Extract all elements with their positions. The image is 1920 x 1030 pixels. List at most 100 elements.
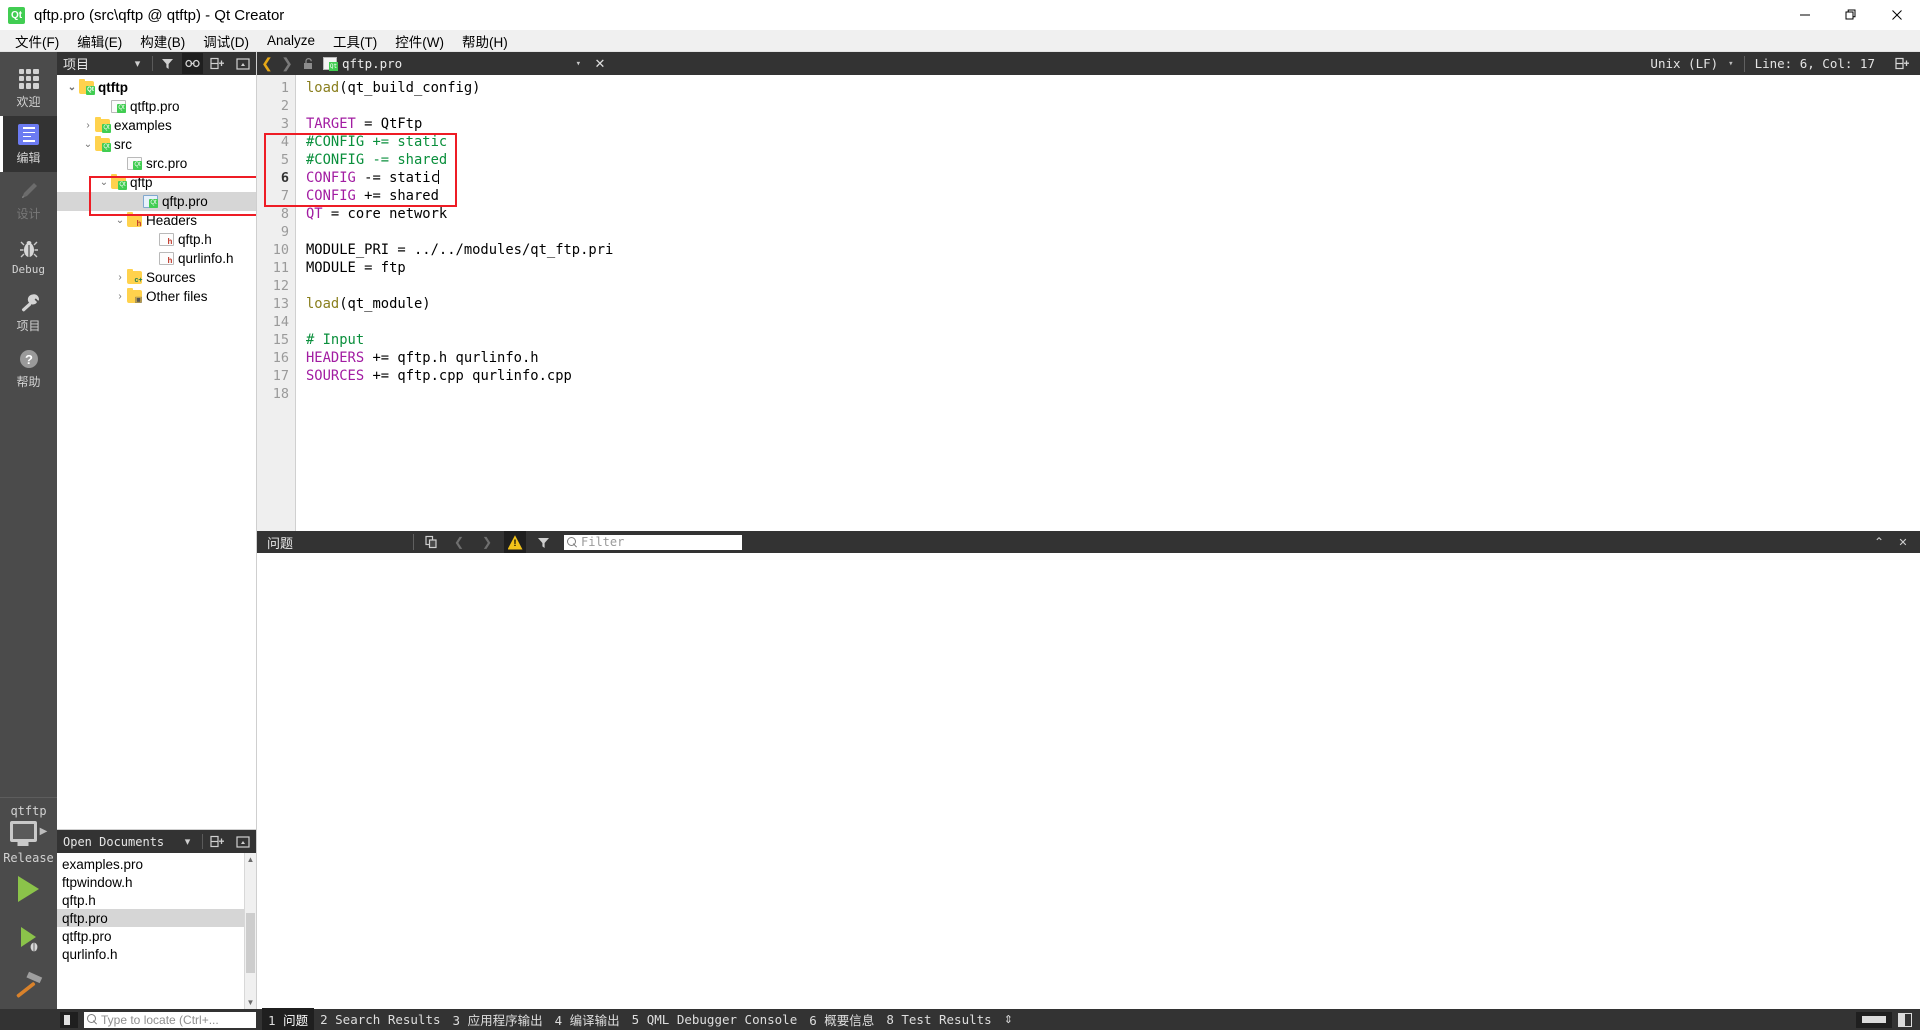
- code-editor[interactable]: 1 2 3 4 5 6 7 8 9 10 11 12 13 14 15 16 17 18 load(qt_buil…: [257, 75, 1920, 531]
- chevron-down-icon[interactable]: ⌄: [81, 139, 95, 150]
- menu-build[interactable]: 构建(B): [131, 29, 194, 53]
- filter-icon[interactable]: [157, 53, 178, 74]
- project-tree[interactable]: ⌄ Qt qtftp Qt qtftp.pro › Qt examples ⌄ Qt src Qt sr…: [57, 75, 256, 829]
- next-item-icon[interactable]: ❯: [476, 531, 498, 553]
- chevron-down-icon[interactable]: ⌄: [65, 82, 79, 93]
- menu-file[interactable]: 文件(F): [6, 29, 68, 53]
- chevron-right-icon[interactable]: ›: [113, 272, 127, 283]
- code-line[interactable]: CONFIG -= static: [306, 169, 1920, 187]
- open-document-item[interactable]: qftp.pro: [57, 909, 256, 927]
- link-with-editor-icon[interactable]: [182, 53, 203, 74]
- previous-item-icon[interactable]: ❮: [448, 531, 470, 553]
- collapse-panel-icon[interactable]: [232, 53, 253, 74]
- back-arrow-icon[interactable]: ❮: [257, 52, 277, 75]
- chevron-down-icon[interactable]: ▾: [127, 53, 148, 74]
- close-icon[interactable]: [1874, 0, 1920, 30]
- run-button[interactable]: [0, 865, 57, 913]
- code-line[interactable]: MODULE_PRI = ../../modules/qt_ftp.pri: [306, 241, 1920, 259]
- mode-welcome[interactable]: 欢迎: [0, 60, 57, 116]
- tree-item-qurlinfo-h[interactable]: h qurlinfo.h: [57, 249, 256, 268]
- split-view-icon[interactable]: [1898, 1012, 1912, 1027]
- issues-filter-input[interactable]: Filter: [564, 534, 742, 550]
- tree-item-other-files[interactable]: › ▣ Other files: [57, 287, 256, 306]
- menu-help[interactable]: 帮助(H): [453, 29, 517, 53]
- tree-item-src[interactable]: ⌄ Qt src: [57, 135, 256, 154]
- mode-debug[interactable]: Debug: [0, 228, 57, 284]
- tree-item-qtftp-pro[interactable]: Qt qtftp.pro: [57, 97, 256, 116]
- scroll-up-icon[interactable]: ▲: [245, 853, 256, 866]
- minimize-icon[interactable]: [1782, 0, 1828, 30]
- up-down-arrows-icon[interactable]: ⇕: [998, 1013, 1019, 1026]
- output-pane-tab-2[interactable]: 2 Search Results: [314, 1010, 446, 1029]
- mode-edit[interactable]: 编辑: [0, 116, 57, 172]
- open-documents-list[interactable]: examples.pro ftpwindow.h qftp.h qftp.pro qtf…: [57, 853, 256, 1009]
- chevron-down-icon[interactable]: ⌄: [113, 215, 127, 226]
- code-line[interactable]: MODULE = ftp: [306, 259, 1920, 277]
- output-pane-tab-8[interactable]: 8 Test Results: [880, 1010, 997, 1029]
- restore-icon[interactable]: [1828, 0, 1874, 30]
- output-pane-tab-1[interactable]: 1 问题: [262, 1008, 315, 1030]
- code-line[interactable]: HEADERS += qftp.h qurlinfo.h: [306, 349, 1920, 367]
- close-icon[interactable]: ✕: [1892, 531, 1914, 553]
- code-line[interactable]: # Input: [306, 331, 1920, 349]
- code-line[interactable]: QT = core network: [306, 205, 1920, 223]
- menu-tools[interactable]: 工具(T): [324, 29, 386, 53]
- line-ending-selector[interactable]: Unix (LF) ▾: [1640, 56, 1743, 71]
- mode-design[interactable]: 设计: [0, 172, 57, 228]
- output-pane-tab-4[interactable]: 4 编译输出: [549, 1008, 626, 1030]
- forward-arrow-icon[interactable]: ❯: [277, 52, 297, 75]
- menu-edit[interactable]: 编辑(E): [68, 29, 131, 53]
- open-documents-scrollbar[interactable]: ▲ ▼: [244, 853, 256, 1009]
- split-add-icon[interactable]: [207, 53, 228, 74]
- scroll-down-icon[interactable]: ▼: [245, 996, 256, 1009]
- build-project-button[interactable]: [0, 961, 57, 1009]
- tree-item-sources[interactable]: › c+ Sources: [57, 268, 256, 287]
- code-line[interactable]: load(qt_build_config): [306, 79, 1920, 97]
- unlocked-icon[interactable]: [297, 57, 319, 70]
- tree-item-headers[interactable]: ⌄ h Headers: [57, 211, 256, 230]
- chevron-right-icon[interactable]: ›: [113, 291, 127, 302]
- output-pane-tab-6[interactable]: 6 概要信息: [803, 1008, 880, 1030]
- menu-analyze[interactable]: Analyze: [258, 31, 324, 50]
- open-document-item[interactable]: qftp.h: [57, 891, 256, 909]
- kit-icon-row[interactable]: ▶: [9, 821, 47, 842]
- code-line[interactable]: TARGET = QtFtp: [306, 115, 1920, 133]
- code-line[interactable]: [306, 385, 1920, 403]
- open-document-item[interactable]: ftpwindow.h: [57, 873, 256, 891]
- code-line[interactable]: load(qt_module): [306, 295, 1920, 313]
- open-document-item[interactable]: qtftp.pro: [57, 927, 256, 945]
- code-line[interactable]: #CONFIG += static: [306, 133, 1920, 151]
- tree-item-qftp-pro[interactable]: Qt qftp.pro: [57, 192, 256, 211]
- code-line[interactable]: CONFIG += shared: [306, 187, 1920, 205]
- code-line[interactable]: [306, 313, 1920, 331]
- code-line[interactable]: [306, 97, 1920, 115]
- tree-item-src-pro[interactable]: Qt src.pro: [57, 154, 256, 173]
- collapse-panel-icon[interactable]: [232, 831, 253, 852]
- tree-item-qtftp[interactable]: ⌄ Qt qtftp: [57, 78, 256, 97]
- code-line[interactable]: [306, 223, 1920, 241]
- chevron-down-icon[interactable]: ▾: [1728, 59, 1733, 69]
- close-document-icon[interactable]: ✕: [589, 56, 611, 72]
- open-document-combo[interactable]: Qt qftp.pro ▾: [319, 56, 589, 71]
- split-editor-button[interactable]: [1885, 57, 1918, 70]
- output-pane-tab-5[interactable]: 5 QML Debugger Console: [626, 1010, 804, 1029]
- warning-filter-icon[interactable]: [504, 531, 526, 553]
- scrollbar-thumb[interactable]: [246, 913, 255, 973]
- chevron-down-icon[interactable]: ⌄: [97, 177, 111, 188]
- start-debugging-button[interactable]: [0, 913, 57, 961]
- chevron-down-icon[interactable]: ▾: [177, 831, 198, 852]
- chevron-down-icon[interactable]: ▾: [576, 59, 589, 69]
- issues-list[interactable]: [257, 553, 1920, 1009]
- copy-issues-icon[interactable]: [420, 531, 442, 553]
- open-document-item[interactable]: qurlinfo.h: [57, 945, 256, 963]
- menu-window[interactable]: 控件(W): [386, 29, 453, 53]
- chevron-up-icon[interactable]: ⌃: [1868, 531, 1890, 553]
- code-line[interactable]: SOURCES += qftp.cpp qurlinfo.cpp: [306, 367, 1920, 385]
- kit-selector[interactable]: qtftp ▶ Release: [0, 797, 57, 1009]
- open-document-item[interactable]: examples.pro: [57, 855, 256, 873]
- tree-item-qftp[interactable]: ⌄ Qt qftp: [57, 173, 256, 192]
- code-line[interactable]: [306, 277, 1920, 295]
- tree-item-qftp-h[interactable]: h qftp.h: [57, 230, 256, 249]
- code-line[interactable]: #CONFIG -= shared: [306, 151, 1920, 169]
- tree-item-examples[interactable]: › Qt examples: [57, 116, 256, 135]
